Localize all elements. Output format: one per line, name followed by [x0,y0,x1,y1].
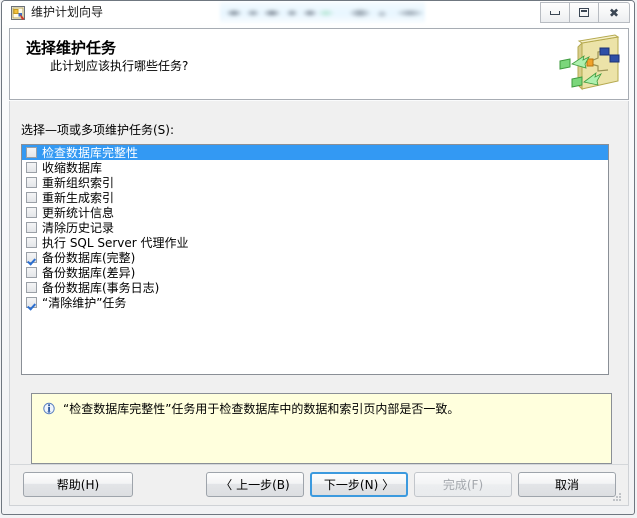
task-label: 备份数据库(事务日志) [42,280,160,295]
page-subtitle: 此计划应该执行哪些任务? [50,59,189,73]
task-list-item[interactable]: 备份数据库(差异) [22,265,608,280]
task-checkbox[interactable] [26,192,37,203]
back-button[interactable]: 〈 上一步(B) [206,472,304,497]
task-checkbox[interactable] [26,282,37,293]
task-label: 清除历史记录 [42,220,115,235]
task-list-item[interactable]: 清除历史记录 [22,220,608,235]
page-title: 选择维护任务 [26,39,117,57]
maintenance-plan-icon [558,33,622,95]
task-label: 检查数据库完整性 [42,145,139,160]
maximize-button[interactable] [569,2,598,23]
wizard-header-panel: 选择维护任务 此计划应该执行哪些任务? [9,28,629,100]
maintenance-plan-wizard-window: 维护计划向导 ✖ 选择维护任务 此计划应该执行哪些任务? 选择—项或多项维护任务… [0,0,637,518]
window-title: 维护计划向导 [31,5,104,19]
task-checkbox[interactable] [26,222,37,233]
task-checkbox[interactable] [26,177,37,188]
task-checkbox[interactable] [26,147,37,158]
minimize-icon [550,10,560,15]
task-checkbox[interactable] [26,207,37,218]
wizard-body: 选择—项或多项维护任务(S): 检查数据库完整性 收缩数据库 重新组织索引 重新生成索… [9,101,629,464]
redacted-title-text [220,2,425,23]
task-list-item[interactable]: 备份数据库(完整) [22,250,608,265]
wizard-footer: 帮助(H) 〈 上一步(B) 下一步(N) 〉 完成(F) 取消 [9,464,629,506]
task-checkbox[interactable] [26,162,37,173]
task-list-item[interactable]: 备份数据库(事务日志) [22,280,608,295]
task-list-item[interactable]: 重新生成索引 [22,190,608,205]
task-label: 备份数据库(差异) [42,265,136,280]
task-checkbox[interactable] [26,297,37,308]
task-checkbox[interactable] [26,252,37,263]
task-list-label: 选择—项或多项维护任务(S): [21,123,175,137]
task-label: 收缩数据库 [42,160,103,175]
task-list-item[interactable]: 重新组织索引 [22,175,608,190]
task-label: “清除维护”任务 [42,295,127,310]
task-description-panel: “检查数据库完整性”任务用于检查数据库中的数据和索引页内部是否一致。 [31,393,612,464]
window-controls: ✖ [540,2,630,23]
task-label: 重新生成索引 [42,190,115,205]
cancel-button[interactable]: 取消 [518,472,616,497]
minimize-button[interactable] [540,2,569,23]
task-checkbox[interactable] [26,267,37,278]
task-label: 更新统计信息 [42,205,115,220]
resize-grip[interactable] [612,491,622,501]
task-list-item[interactable]: 更新统计信息 [22,205,608,220]
task-list-item[interactable]: 检查数据库完整性 [22,145,608,160]
maximize-icon [579,8,589,17]
finish-button: 完成(F) [414,472,512,497]
close-icon: ✖ [608,5,620,20]
task-list-item[interactable]: 执行 SQL Server 代理作业 [22,235,608,250]
task-checkbox[interactable] [26,237,37,248]
close-button[interactable]: ✖ [598,2,630,23]
help-button[interactable]: 帮助(H) [23,472,133,497]
next-button[interactable]: 下一步(N) 〉 [310,472,408,497]
task-label: 执行 SQL Server 代理作业 [42,235,189,250]
info-icon [41,401,57,417]
task-list-item[interactable]: “清除维护”任务 [22,295,608,310]
wizard-document-icon [10,5,26,21]
task-label: 重新组织索引 [42,175,115,190]
title-bar: 维护计划向导 ✖ [2,1,634,25]
task-description-text: “检查数据库完整性”任务用于检查数据库中的数据和索引页内部是否一致。 [63,402,460,416]
maintenance-task-listbox[interactable]: 检查数据库完整性 收缩数据库 重新组织索引 重新生成索引 更新统计信息 清除历史记录 执行 … [21,144,609,375]
task-list-item[interactable]: 收缩数据库 [22,160,608,175]
task-label: 备份数据库(完整) [42,250,136,265]
